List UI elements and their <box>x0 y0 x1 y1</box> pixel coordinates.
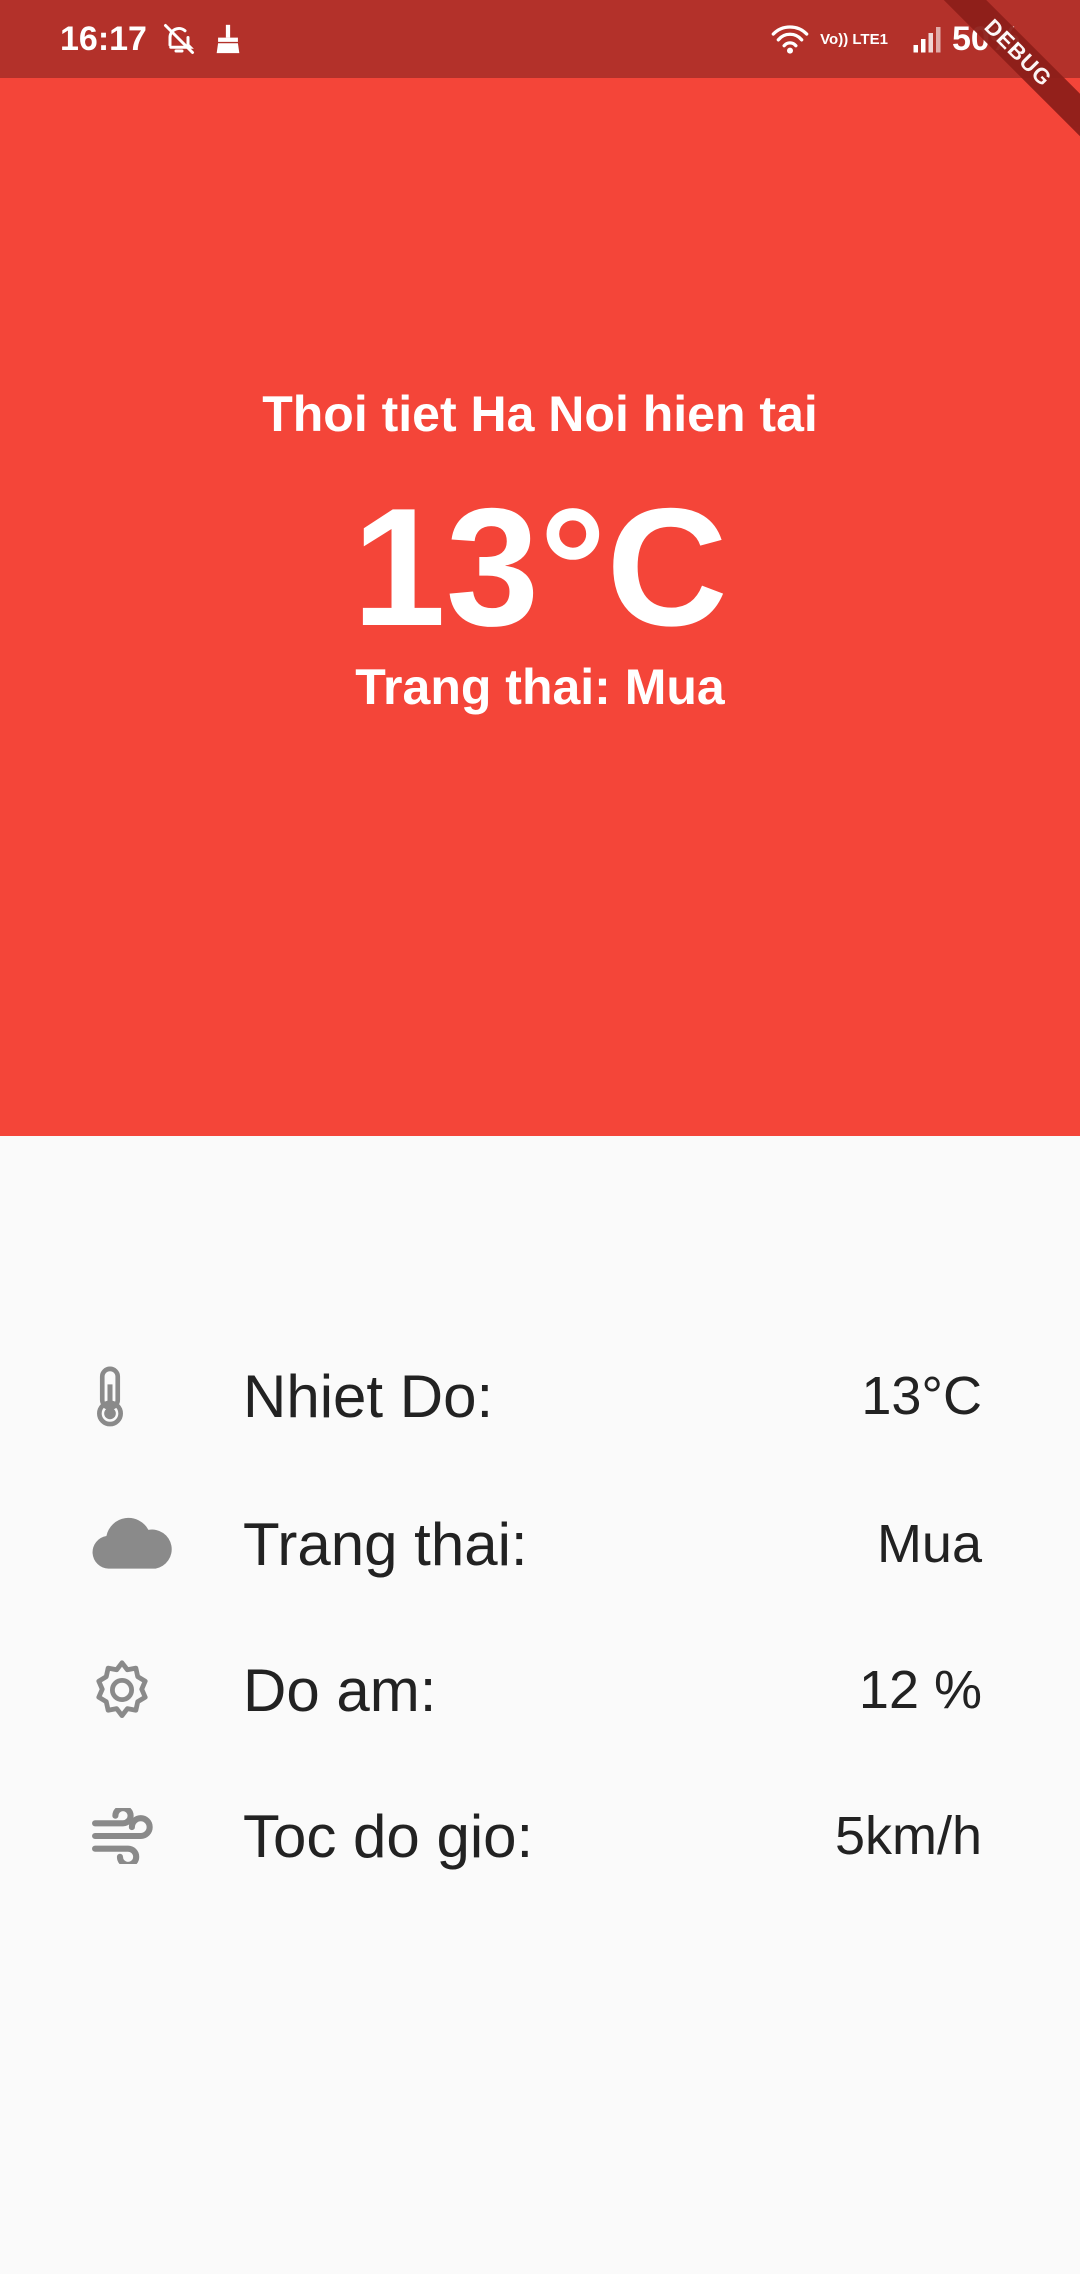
detail-label: Nhiet Do: <box>243 1362 494 1430</box>
wifi-icon <box>770 22 810 56</box>
detail-value: 13°C <box>861 1366 982 1426</box>
network-type-label: Vo)) LTE1 <box>820 30 888 48</box>
detail-value: Mua <box>876 1514 982 1574</box>
page-title: Thoi tiet Ha Noi hien tai <box>262 386 818 442</box>
weather-header: Thoi tiet Ha Noi hien tai 13°C Trang tha… <box>0 78 1080 1136</box>
cloud-icon <box>90 1499 180 1589</box>
wind-icon <box>90 1791 180 1881</box>
current-temperature: 13°C <box>352 473 728 661</box>
detail-row-wind: Toc do gio: 5km/h <box>0 1781 1080 1891</box>
gear-icon <box>90 1645 180 1735</box>
status-time: 16:17 <box>60 19 147 58</box>
detail-value: 12 % <box>858 1660 982 1720</box>
detail-row-humidity: Do am: 12 % <box>0 1635 1080 1745</box>
detail-row-temperature: Nhiet Do: 13°C <box>0 1341 1080 1451</box>
detail-label: Do am: <box>243 1656 437 1724</box>
detail-value: 5km/h <box>834 1806 982 1866</box>
debug-banner: DEBUG <box>920 0 1080 160</box>
status-bar: 16:17 Vo)) LTE1 50% <box>0 0 1080 78</box>
detail-label: Trang thai: <box>243 1510 528 1578</box>
detail-label: Toc do gio: <box>243 1802 534 1870</box>
detail-row-status: Trang thai: Mua <box>0 1489 1080 1599</box>
notifications-off-icon <box>161 21 197 57</box>
broom-icon <box>211 22 245 56</box>
thermometer-icon <box>90 1351 180 1441</box>
current-status: Trang thai: Mua <box>355 659 725 715</box>
debug-banner-label: DEBUG <box>922 0 1080 149</box>
